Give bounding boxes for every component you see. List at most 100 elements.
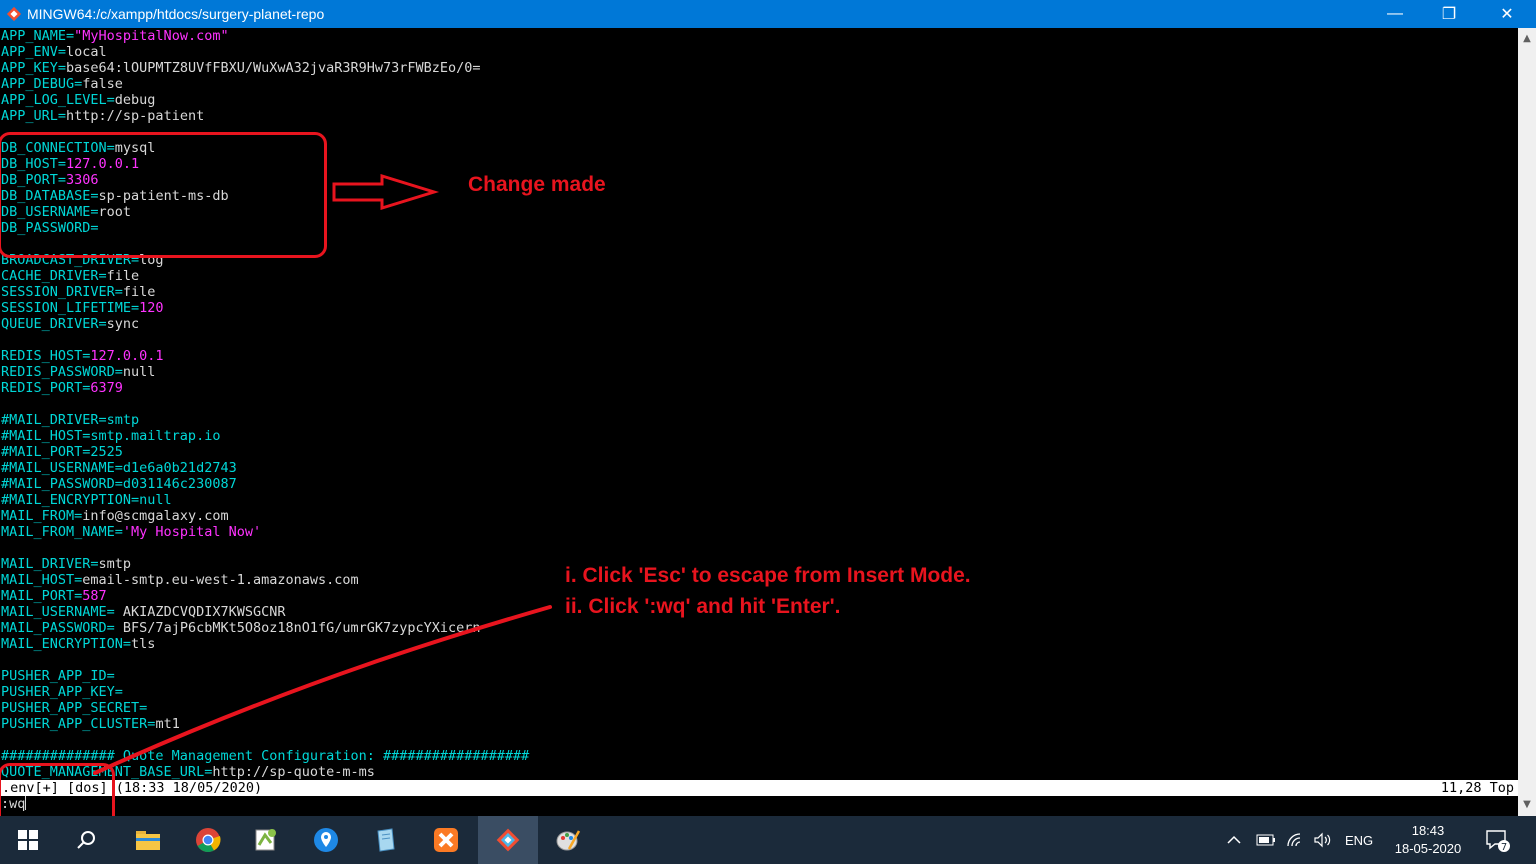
editor-line: #MAIL_PASSWORD=d031146c230087: [1, 476, 529, 492]
paint-icon: [556, 830, 581, 851]
editor-line: #MAIL_ENCRYPTION=null: [1, 492, 529, 508]
editor-token: #MAIL_HOST=smtp.mailtrap.io: [1, 428, 221, 444]
clock-time: 18:43: [1411, 823, 1445, 838]
editor-token: QUEUE_DRIVER=: [1, 316, 107, 332]
editor-token: SESSION_DRIVER=: [1, 284, 123, 300]
git-bash-icon: [496, 828, 520, 852]
editor-token: 127.0.0.1: [90, 348, 164, 364]
notification-count: 7: [1501, 842, 1507, 853]
editor-token: APP_ENV=: [1, 44, 67, 60]
editor-token: file: [106, 268, 140, 284]
annotation-step-2: ii. Click ':wq' and hit 'Enter'.: [565, 595, 841, 618]
annotation-arrow-icon: [332, 173, 440, 211]
editor-line: SESSION_LIFETIME=120: [1, 300, 529, 316]
maximize-button[interactable]: ❐: [1426, 0, 1472, 28]
wifi-icon[interactable]: [1286, 816, 1304, 864]
editor-token: REDIS_PASSWORD=: [1, 364, 123, 380]
editor-line: CACHE_DRIVER=file: [1, 268, 529, 284]
window-title: MINGW64:/c/xampp/htdocs/surgery-planet-r…: [27, 6, 325, 22]
taskbar-git-bash[interactable]: [478, 816, 538, 864]
editor-line: REDIS_PASSWORD=null: [1, 364, 529, 380]
editor-token: 6379: [90, 380, 123, 396]
editor-token: APP_DEBUG=: [1, 76, 83, 92]
editor-line: REDIS_PORT=6379: [1, 380, 529, 396]
editor-token: "MyHospitalNow.com": [74, 28, 229, 44]
annotation-change-made: Change made: [468, 173, 606, 196]
editor-token: 120: [139, 300, 164, 316]
editor-line: APP_DEBUG=false: [1, 76, 529, 92]
clock[interactable]: 18:43 18-05-2020: [1388, 816, 1468, 864]
taskbar-maps[interactable]: [298, 816, 354, 864]
scroll-up-arrow-icon[interactable]: ▲: [1518, 30, 1536, 48]
editor-token: #MAIL_USERNAME=d1e6a0b21d2743: [1, 460, 237, 476]
editor-token: http://sp-patient: [66, 108, 205, 124]
taskbar-search-button[interactable]: [58, 816, 114, 864]
taskbar-file-explorer[interactable]: [120, 816, 176, 864]
taskbar-notepad[interactable]: [358, 816, 414, 864]
editor-token: null: [122, 364, 156, 380]
editor-token: APP_KEY=: [1, 60, 67, 76]
editor-token: sync: [106, 316, 140, 332]
editor-token: false: [82, 76, 123, 92]
chrome-icon: [196, 828, 221, 853]
editor-line: APP_LOG_LEVEL=debug: [1, 92, 529, 108]
scroll-down-arrow-icon[interactable]: ▼: [1518, 796, 1536, 814]
editor-token: file: [122, 284, 156, 300]
editor-line: #MAIL_USERNAME=d1e6a0b21d2743: [1, 460, 529, 476]
annotation-db-box: [0, 132, 327, 258]
tray-overflow-chevron-icon[interactable]: [1226, 816, 1242, 864]
annotation-step-1: i. Click 'Esc' to escape from Insert Mod…: [565, 564, 971, 587]
search-icon: [77, 831, 95, 849]
editor-line: MAIL_FROM=info@scmgalaxy.com: [1, 508, 529, 524]
language-indicator[interactable]: ENG: [1345, 816, 1373, 864]
editor-line: #MAIL_HOST=smtp.mailtrap.io: [1, 428, 529, 444]
git-bash-icon: [6, 6, 22, 22]
taskbar-notepad-plus[interactable]: [238, 816, 294, 864]
editor-token: SESSION_LIFETIME=: [1, 300, 140, 316]
clock-date: 18-05-2020: [1394, 841, 1462, 856]
editor-token: #MAIL_DRIVER=smtp: [1, 412, 140, 428]
editor-line: REDIS_HOST=127.0.0.1: [1, 348, 529, 364]
editor-token: #MAIL_PORT=2525: [1, 444, 123, 460]
editor-token: MAIL_FROM=: [1, 508, 83, 524]
file-explorer-icon: [136, 831, 160, 850]
window-title-bar[interactable]: MINGW64:/c/xampp/htdocs/surgery-planet-r…: [0, 0, 1536, 28]
volume-icon[interactable]: [1313, 816, 1333, 864]
notepad-plus-icon: [255, 829, 276, 851]
editor-line: APP_KEY=base64:lOUPMTZ8UVfFBXU/WuXwA32jv…: [1, 60, 529, 76]
editor-line: #MAIL_PORT=2525: [1, 444, 529, 460]
status-cursor-position: 11,28 Top: [1440, 780, 1514, 796]
editor-token: APP_URL=: [1, 108, 67, 124]
editor-token: 'My Hospital Now': [122, 524, 262, 540]
editor-token: REDIS_PORT=: [1, 380, 91, 396]
windows-taskbar: ENG 18:43 18-05-2020 7: [0, 816, 1536, 864]
battery-icon[interactable]: [1256, 816, 1276, 864]
notepad-icon: [377, 828, 395, 852]
notification-center-icon[interactable]: 7: [1484, 816, 1510, 864]
vertical-scrollbar[interactable]: ▲ ▼: [1518, 28, 1536, 816]
editor-token: CACHE_DRIVER=: [1, 268, 107, 284]
editor-line: APP_ENV=local: [1, 44, 529, 60]
xampp-icon: [434, 828, 458, 852]
windows-start-icon: [18, 830, 38, 850]
close-button[interactable]: ✕: [1484, 0, 1530, 28]
editor-token: #MAIL_PASSWORD=d031146c230087: [1, 476, 237, 492]
editor-line: APP_NAME="MyHospitalNow.com": [1, 28, 529, 44]
minimize-button[interactable]: —: [1372, 0, 1418, 28]
taskbar-chrome[interactable]: [180, 816, 236, 864]
editor-line: APP_URL=http://sp-patient: [1, 108, 529, 124]
taskbar-paint[interactable]: [540, 816, 596, 864]
editor-token: APP_NAME=: [1, 28, 75, 44]
editor-token: #MAIL_ENCRYPTION=null: [1, 492, 172, 508]
editor-token: base64:lOUPMTZ8UVfFBXU/WuXwA32jvaR3R9Hw7…: [66, 60, 481, 76]
start-button[interactable]: [0, 816, 56, 864]
editor-token: info@scmgalaxy.com: [82, 508, 229, 524]
editor-line: #MAIL_DRIVER=smtp: [1, 412, 529, 428]
editor-token: REDIS_HOST=: [1, 348, 91, 364]
editor-line: MAIL_FROM_NAME='My Hospital Now': [1, 524, 529, 540]
taskbar-xampp[interactable]: [418, 816, 474, 864]
editor-token: debug: [114, 92, 156, 108]
editor-line: SESSION_DRIVER=file: [1, 284, 529, 300]
